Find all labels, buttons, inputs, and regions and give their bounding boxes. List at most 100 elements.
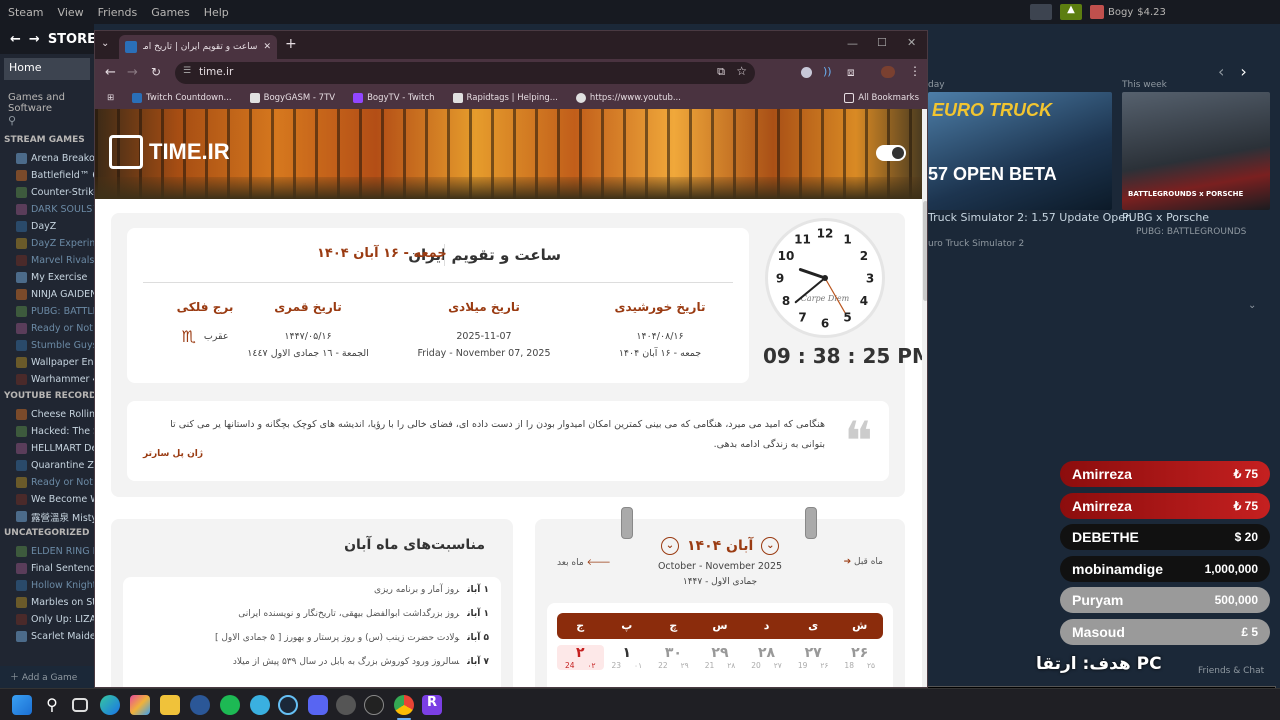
scroll-thumb[interactable] (923, 201, 927, 301)
sidebar-game-item[interactable]: PUBG: BATTLEG (0, 303, 94, 320)
windows-start-icon[interactable] (12, 695, 32, 715)
calendar-day[interactable]: ۲۸ ۲۷ 20 (743, 645, 790, 670)
sidebar-category[interactable]: YOUTUBE RECORD (0, 388, 94, 406)
steam-menu-friends[interactable]: Friends (98, 6, 138, 19)
obs-icon[interactable] (336, 695, 356, 715)
reload-icon[interactable]: ↻ (151, 65, 161, 79)
sidebar-game-item[interactable]: Battlefield™ 6 (0, 167, 94, 184)
minimize-icon[interactable]: — (847, 37, 858, 50)
chrome-icon[interactable] (394, 695, 414, 715)
sidebar-game-item[interactable]: Hacked: The Str (0, 423, 94, 440)
megaphone-icon[interactable] (1030, 4, 1052, 20)
forward-icon[interactable]: → (127, 65, 138, 80)
sidebar-category[interactable]: UNCATEGORIZED (0, 525, 94, 543)
sidebar-game-item[interactable]: We Become Wh (0, 491, 94, 508)
new-tab-icon[interactable]: + (285, 36, 297, 52)
chevron-down-icon[interactable]: ⌄ (1248, 300, 1256, 311)
bookmark-rapidtags[interactable]: Rapidtags | Helping... (452, 93, 558, 103)
maximize-icon[interactable]: ☐ (877, 36, 887, 49)
translate-icon[interactable]: ⧉ (717, 65, 725, 79)
bookmark-twitch[interactable]: BogyTV - Twitch (353, 93, 435, 103)
sidebar-game-item[interactable]: Ready or Not - (0, 474, 94, 491)
search-icon[interactable]: ⚲ (42, 695, 62, 715)
app-icon[interactable] (364, 695, 384, 715)
sidebar-game-item[interactable]: NINJA GAIDEN: (0, 286, 94, 303)
steam-menu-games[interactable]: Games (151, 6, 189, 19)
back-icon[interactable]: ← (105, 65, 116, 80)
chevron-down-icon[interactable]: ⌄ (661, 537, 679, 555)
task-view-icon[interactable] (72, 698, 88, 712)
extension-wave-icon[interactable]: )) (823, 65, 832, 78)
app-check-icon[interactable] (250, 695, 270, 715)
sidebar-game-item[interactable]: Scarlet Maiden (0, 628, 94, 645)
back-arrow-icon[interactable]: ← (10, 32, 21, 47)
bookmark-star-icon[interactable]: ☆ (736, 64, 747, 78)
sidebar-game-item[interactable]: Only Up: LIZAR (0, 611, 94, 628)
sidebar-game-item[interactable]: DayZ Experime (0, 235, 94, 252)
close-icon[interactable]: ✕ (263, 42, 271, 52)
calendar-day[interactable]: ۲۹ ۲۸ 21 (697, 645, 744, 670)
site-logo[interactable]: TIME.IR (109, 135, 230, 169)
featured-title-ets2[interactable]: Truck Simulator 2: 1.57 Update Open (928, 211, 1132, 224)
sidebar-game-item[interactable]: Hollow Knight: (0, 577, 94, 594)
sidebar-home[interactable]: Home (4, 58, 90, 80)
add-game-button[interactable]: ＋ Add a Game (0, 666, 94, 688)
calendar-day[interactable]: ۱ ۰۱ 23 (604, 645, 651, 670)
sidebar-game-item[interactable]: Warhammer 40 (0, 371, 94, 388)
featured-card-pubg[interactable]: BATTLEGROUNDS x PORSCHE (1122, 92, 1270, 210)
sidebar-game-item[interactable]: Quarantine Zor (0, 457, 94, 474)
wordpress-icon[interactable] (190, 695, 210, 715)
sidebar-game-item[interactable]: Stumble Guys - (0, 337, 94, 354)
profile-avatar[interactable] (881, 66, 895, 78)
dark-mode-toggle[interactable] (876, 145, 906, 161)
sidebar-game-item[interactable]: Final Sentence (0, 560, 94, 577)
copilot-icon[interactable] (130, 695, 150, 715)
sidebar-category[interactable]: STREAM GAMES (0, 132, 94, 150)
discord-icon[interactable] (308, 695, 328, 715)
bookmark-youtube[interactable]: https://www.youtub... (575, 93, 681, 103)
extensions-puzzle-icon[interactable]: ⧈ (847, 65, 855, 80)
sidebar-game-item[interactable]: DARK SOULS™ (0, 201, 94, 218)
window-close-icon[interactable]: ✕ (907, 36, 916, 49)
featured-title-pubg[interactable]: PUBG x Porsche (1122, 211, 1209, 224)
sidebar-game-item[interactable]: Marbles on Stre (0, 594, 94, 611)
steam-icon[interactable] (278, 695, 298, 715)
sidebar-game-item[interactable]: Counter-Strike (0, 184, 94, 201)
nav-store[interactable]: STORE (48, 32, 96, 47)
extension-circle-icon[interactable] (801, 67, 812, 78)
tab-time-ir[interactable]: ساعت و تقویم ایران | تاریخ امروز ✕ (119, 35, 277, 59)
sidebar-game-item[interactable]: Cheese Rolling (0, 406, 94, 423)
bookmark-7tv[interactable]: BogyGASM - 7TV (249, 93, 335, 103)
sidebar-filter[interactable]: Games and Software (0, 88, 94, 114)
steam-menu-steam[interactable]: Steam (8, 6, 44, 19)
quote-author[interactable]: ژان پل سارتر (143, 449, 203, 459)
apps-grid-icon[interactable]: ⊞ (107, 93, 114, 103)
notification-bell-icon[interactable]: ▲ (1060, 4, 1082, 20)
spotify-icon[interactable] (220, 695, 240, 715)
sidebar-game-item[interactable]: Arena Breakout (0, 150, 94, 167)
sidebar-game-item[interactable]: ELDEN RING NI (0, 543, 94, 560)
forward-arrow-icon[interactable]: → (29, 32, 40, 47)
sidebar-game-item[interactable]: 露營溫泉 Misty (0, 508, 94, 525)
page-scrollbar[interactable] (922, 109, 927, 687)
steam-account[interactable]: Bogy $4.23 (1090, 5, 1166, 19)
site-info-icon[interactable]: ☰ (183, 66, 191, 76)
sidebar-game-item[interactable]: My Exercise (0, 269, 94, 286)
edge-icon[interactable] (100, 695, 120, 715)
calendar-day[interactable]: ۲۶ ۲۵ 18 (836, 645, 883, 670)
sidebar-game-item[interactable]: DayZ (0, 218, 94, 235)
sidebar-game-item[interactable]: Wallpaper Engi (0, 354, 94, 371)
calendar-day[interactable]: ۲ ۰۲ 24 (556, 645, 604, 670)
menu-kebab-icon[interactable]: ⋮ (909, 64, 921, 78)
sidebar-game-item[interactable]: Marvel Rivals - (0, 252, 94, 269)
calendar-month[interactable]: آبان ۱۴۰۴ (687, 538, 753, 554)
steam-menu-view[interactable]: View (58, 6, 84, 19)
app-r-icon[interactable]: R (422, 695, 442, 715)
all-bookmarks[interactable]: All Bookmarks (844, 93, 919, 103)
friends-chat-button[interactable]: Friends & Chat (1198, 666, 1264, 676)
file-explorer-icon[interactable] (160, 695, 180, 715)
steam-menu-help[interactable]: Help (204, 6, 229, 19)
sidebar-game-item[interactable]: Ready or Not - (0, 320, 94, 337)
calendar-day[interactable]: ۳۰ ۲۹ 22 (650, 645, 697, 670)
tab-search-icon[interactable]: ⌄ (101, 38, 109, 49)
